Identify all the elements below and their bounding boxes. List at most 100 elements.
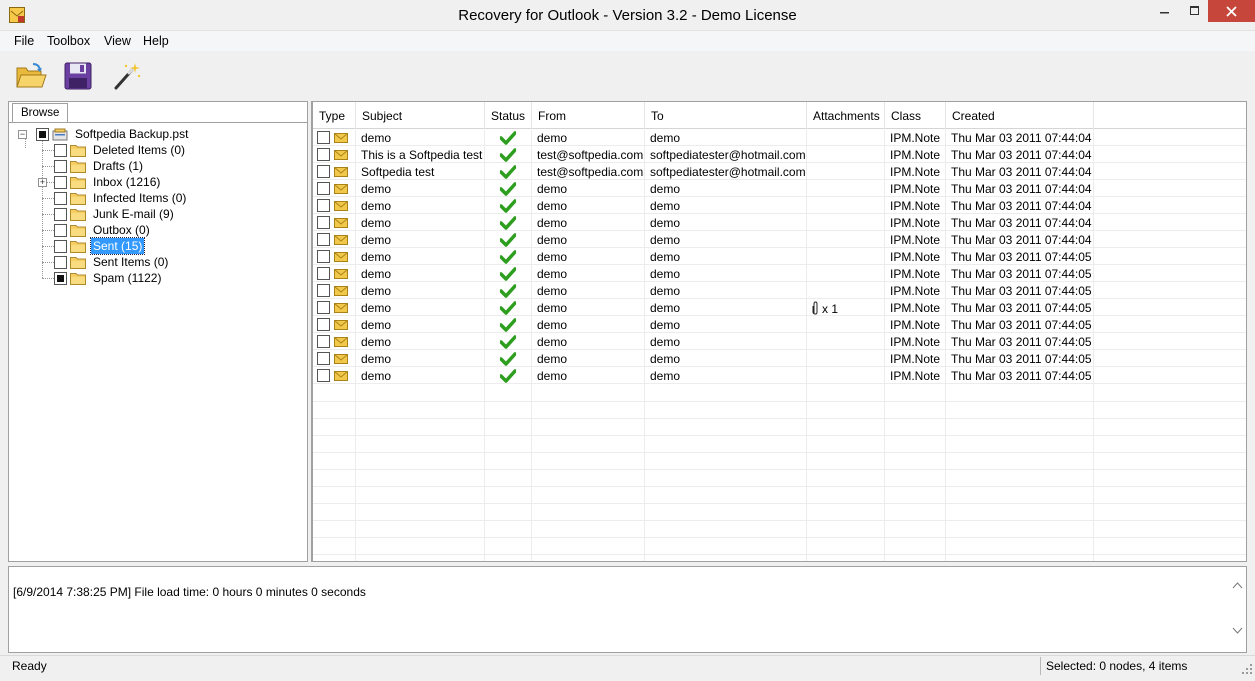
checkmark-icon	[500, 300, 516, 315]
tree-folder-item[interactable]: Outbox (0)	[54, 222, 152, 238]
menu-file[interactable]: File	[14, 34, 34, 48]
log-panel: [6/9/2014 7:38:25 PM] File load time: 0 …	[8, 566, 1247, 653]
column-class[interactable]: Class	[885, 102, 946, 129]
tree-folder-item[interactable]: Infected Items (0)	[54, 190, 188, 206]
tree-folder-label: Sent Items (0)	[93, 255, 169, 269]
row-checkbox[interactable]	[317, 250, 330, 263]
table-row[interactable]: demo demo demo IPM.Note Thu Mar 03 2011 07:4…	[313, 248, 1246, 265]
row-checkbox[interactable]	[317, 318, 330, 331]
close-button[interactable]	[1208, 0, 1255, 22]
attachments-cell	[807, 129, 885, 146]
column-type[interactable]: Type	[313, 102, 356, 129]
tree-folder-item[interactable]: Inbox (1216)	[54, 174, 162, 190]
menu-help[interactable]: Help	[143, 34, 169, 48]
from-cell: demo	[532, 299, 645, 316]
checkmark-icon	[500, 351, 516, 366]
tree-folder-item[interactable]: Spam (1122)	[54, 270, 163, 286]
row-checkbox[interactable]	[317, 148, 330, 161]
tree-folder-item[interactable]: Sent (15)	[54, 237, 146, 255]
close-icon	[1226, 5, 1237, 17]
from-cell: test@softpedia.com	[532, 163, 645, 180]
row-checkbox[interactable]	[317, 233, 330, 246]
collapse-root-toggle[interactable]: −	[18, 130, 27, 139]
table-row[interactable]: demo demo demo IPM.Note Thu Mar 03 2011 07:4…	[313, 214, 1246, 231]
created-cell: Thu Mar 03 2011 07:44:05	[946, 265, 1094, 282]
table-row[interactable]: This is a Softpedia test test@softpedia.c…	[313, 146, 1246, 163]
menu-view[interactable]: View	[104, 34, 131, 48]
row-checkbox[interactable]	[317, 131, 330, 144]
checkmark-icon	[500, 164, 516, 179]
tree-folder-item[interactable]: Drafts (1)	[54, 158, 145, 174]
tree-root[interactable]: Softpedia Backup.pst	[36, 126, 190, 142]
table-row[interactable]: demo demo demo IPM.Note Thu Mar 03 2011 07:4…	[313, 231, 1246, 248]
class-cell: IPM.Note	[885, 282, 946, 299]
row-checkbox[interactable]	[317, 216, 330, 229]
row-checkbox[interactable]	[317, 267, 330, 280]
column-from[interactable]: From	[532, 102, 645, 129]
folder-checkbox[interactable]	[54, 191, 67, 205]
from-cell: demo	[532, 367, 645, 384]
save-button[interactable]	[60, 59, 96, 93]
column-created[interactable]: Created	[946, 102, 1094, 129]
tree-folder-item[interactable]: Junk E-mail (9)	[54, 206, 176, 222]
checkmark-icon	[500, 283, 516, 298]
folder-checkbox[interactable]	[54, 143, 67, 157]
subject-cell: demo	[356, 350, 485, 367]
row-checkbox[interactable]	[317, 335, 330, 348]
to-cell: demo	[645, 180, 807, 197]
attachments-cell	[807, 163, 885, 180]
row-checkbox[interactable]	[317, 284, 330, 297]
folder-checkbox[interactable]	[54, 207, 67, 221]
expand-folder-toggle[interactable]: +	[38, 178, 47, 187]
table-row[interactable]: demo demo demo IPM.Note Thu Mar 03 2011 07:4…	[313, 282, 1246, 299]
table-row[interactable]: demo demo demo IPM.Note Thu Mar 03 2011 07:4…	[313, 129, 1246, 146]
attachments-cell	[807, 333, 885, 350]
log-message: [6/9/2014 7:38:25 PM] File load time: 0 …	[13, 585, 366, 599]
folder-checkbox[interactable]	[54, 159, 67, 173]
folder-checkbox[interactable]	[54, 239, 67, 253]
table-row[interactable]: Softpedia test test@softpedia.com softpedi…	[313, 163, 1246, 180]
column-to[interactable]: To	[645, 102, 807, 129]
row-checkbox[interactable]	[317, 352, 330, 365]
row-checkbox[interactable]	[317, 301, 330, 314]
row-checkbox[interactable]	[317, 199, 330, 212]
table-row[interactable]: demo demo demo IPM.Note Thu Mar 03 2011 07:4…	[313, 367, 1246, 384]
column-status[interactable]: Status	[485, 102, 532, 129]
table-row[interactable]: demo demo demo IPM.Note Thu Mar 03 2011 07:4…	[313, 333, 1246, 350]
table-row[interactable]: demo demo demo IPM.Note Thu Mar 03 2011 07:4…	[313, 180, 1246, 197]
folder-checkbox[interactable]	[54, 175, 67, 189]
checkmark-icon	[500, 249, 516, 264]
scroll-down-icon	[1232, 627, 1243, 634]
folder-checkbox[interactable]	[54, 271, 67, 285]
column-attachments[interactable]: Attachments	[807, 102, 885, 129]
row-checkbox[interactable]	[317, 182, 330, 195]
browse-panel: Browse − Softpedia Backup.pst Deleted It…	[8, 101, 308, 562]
minimize-button[interactable]	[1148, 0, 1182, 22]
menu-toolbox[interactable]: Toolbox	[47, 34, 90, 48]
table-row[interactable]: demo demo demo IPM.Note Thu Mar 03 2011 07:4…	[313, 316, 1246, 333]
table-row[interactable]: demo demo demo IPM.Note Thu Mar 03 2011 07:4…	[313, 350, 1246, 367]
folder-checkbox[interactable]	[54, 223, 67, 237]
table-row[interactable]: demo demo demo x 1 IPM.Note Thu Mar 03 2011 0…	[313, 299, 1246, 316]
root-checkbox[interactable]	[36, 127, 49, 141]
open-button[interactable]	[13, 59, 49, 93]
tree-folder-item[interactable]: Sent Items (0)	[54, 254, 170, 270]
row-checkbox[interactable]	[317, 369, 330, 382]
to-cell: demo	[645, 333, 807, 350]
envelope-icon	[334, 200, 348, 211]
to-cell: demo	[645, 316, 807, 333]
tree-folder-item[interactable]: Deleted Items (0)	[54, 142, 187, 158]
folder-tree: − Softpedia Backup.pst Deleted Items (0)…	[9, 124, 307, 560]
column-subject[interactable]: Subject	[356, 102, 485, 129]
tab-browse[interactable]: Browse	[12, 103, 68, 123]
resize-grip-icon[interactable]	[1241, 663, 1253, 675]
row-checkbox[interactable]	[317, 165, 330, 178]
table-row[interactable]: demo demo demo IPM.Note Thu Mar 03 2011 07:4…	[313, 197, 1246, 214]
wizard-button[interactable]	[109, 59, 145, 93]
log-scrollbar[interactable]	[1229, 567, 1246, 652]
attachments-cell	[807, 316, 885, 333]
table-row[interactable]: demo demo demo IPM.Note Thu Mar 03 2011 07:4…	[313, 265, 1246, 282]
maximize-button[interactable]	[1182, 0, 1208, 22]
folder-checkbox[interactable]	[54, 255, 67, 269]
subject-cell: demo	[356, 129, 485, 146]
